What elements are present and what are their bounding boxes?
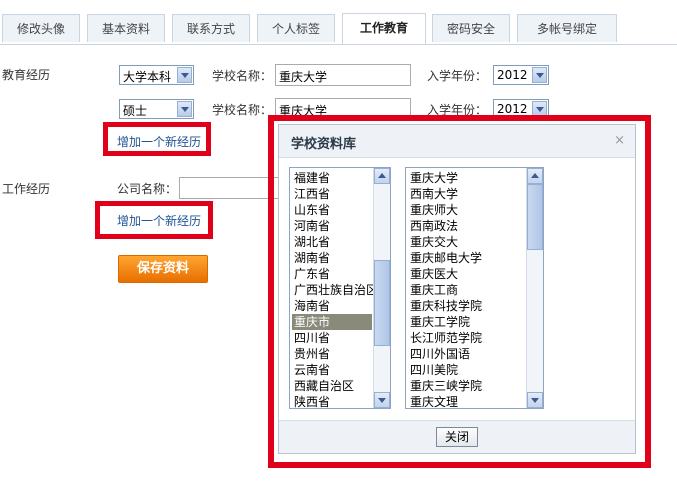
list-item[interactable]: 广西壮族自治区 <box>292 282 380 298</box>
tab-contact[interactable]: 联系方式 <box>172 14 250 42</box>
list-item[interactable]: 四川外国语 <box>408 346 472 362</box>
school-name-value: 重庆大学 <box>279 70 328 84</box>
tab-avatar[interactable]: 修改头像 <box>2 14 80 42</box>
add-education-link[interactable]: 增加一个新经历 <box>117 133 201 150</box>
school-name-label: 学校名称： <box>212 69 273 83</box>
dialog-footer: 关闭 <box>279 420 635 453</box>
list-item[interactable]: 陕西省 <box>292 394 332 408</box>
school-scrollbar[interactable] <box>526 168 543 408</box>
dialog-header: 学校资料库 × <box>279 125 635 158</box>
enroll-year-select-1[interactable]: 2012 <box>493 65 549 85</box>
enroll-year-label: 入学年份： <box>427 69 488 83</box>
list-item[interactable]: 湖北省 <box>292 234 332 250</box>
province-scrollbar[interactable] <box>373 168 390 408</box>
list-item[interactable]: 重庆医大 <box>408 266 460 282</box>
list-item[interactable]: 云南省 <box>292 362 332 378</box>
province-list[interactable]: 福建省 江西省 山东省 河南省 湖北省 湖南省 广东省 广西壮族自治区 海南省 … <box>289 167 391 409</box>
close-button[interactable]: 关闭 <box>436 427 478 447</box>
scrollbar-thumb[interactable] <box>374 260 390 346</box>
scroll-down-icon[interactable] <box>374 392 390 408</box>
list-item[interactable]: 四川省 <box>292 330 332 346</box>
list-item[interactable]: 江西省 <box>292 186 332 202</box>
list-item[interactable]: 四川美院 <box>408 362 460 378</box>
school-name-label: 学校名称： <box>212 103 273 117</box>
work-label: 工作经历 <box>2 182 51 196</box>
list-item[interactable]: 湖南省 <box>292 250 332 266</box>
scroll-down-icon[interactable] <box>527 392 543 408</box>
degree-select-2[interactable]: 硕士 <box>119 99 194 119</box>
school-list[interactable]: 重庆大学 西南大学 重庆师大 西南政法 重庆交大 重庆邮电大学 重庆医大 重庆工… <box>405 167 544 409</box>
list-item[interactable]: 重庆科技学院 <box>408 298 484 314</box>
enroll-year-value: 2012 <box>497 102 528 116</box>
scrollbar-thumb[interactable] <box>527 184 543 250</box>
list-item[interactable]: 重庆邮电大学 <box>408 250 484 266</box>
list-item[interactable]: 河南省 <box>292 218 332 234</box>
chevron-down-icon <box>177 67 192 83</box>
tab-basic-info[interactable]: 基本资料 <box>87 14 165 42</box>
save-button[interactable]: 保存资料 <box>118 255 208 283</box>
dialog-title: 学校资料库 <box>291 137 357 152</box>
tab-password[interactable]: 密码安全 <box>432 14 510 42</box>
school-name-input-1[interactable]: 重庆大学 <box>275 64 411 86</box>
list-item[interactable]: 长江师范学院 <box>408 330 484 346</box>
list-item[interactable]: 广东省 <box>292 266 332 282</box>
list-item[interactable]: 重庆师大 <box>408 202 460 218</box>
list-item[interactable]: 重庆三峡学院 <box>408 378 484 394</box>
degree-value: 大学本科 <box>123 70 172 84</box>
list-item-selected[interactable]: 重庆市 <box>292 314 372 330</box>
list-item[interactable]: 山东省 <box>292 202 332 218</box>
school-database-dialog: 学校资料库 × 福建省 江西省 山东省 河南省 湖北省 湖南省 广东省 广西壮族… <box>278 124 636 454</box>
list-item[interactable]: 重庆交大 <box>408 234 460 250</box>
list-item[interactable]: 海南省 <box>292 298 332 314</box>
list-item[interactable]: 重庆大学 <box>408 170 460 186</box>
list-item[interactable]: 西南大学 <box>408 186 460 202</box>
tab-work-education[interactable]: 工作教育 <box>342 13 426 44</box>
company-name-label: 公司名称： <box>117 182 178 196</box>
close-icon[interactable]: × <box>614 133 625 148</box>
education-label: 教育经历 <box>2 68 51 82</box>
chevron-down-icon <box>177 101 192 117</box>
tab-account-binding[interactable]: 多帐号绑定 <box>517 14 617 42</box>
list-item[interactable]: 西南政法 <box>408 218 460 234</box>
enroll-year-value: 2012 <box>497 68 528 82</box>
degree-value: 硕士 <box>123 104 148 118</box>
scroll-up-icon[interactable] <box>374 168 390 184</box>
tab-bar: 修改头像 基本资料 联系方式 个人标签 工作教育 密码安全 多帐号绑定 <box>0 0 677 45</box>
list-item[interactable]: 重庆工学院 <box>408 314 472 330</box>
list-item[interactable]: 重庆文理 <box>408 394 460 408</box>
list-item[interactable]: 重庆工商 <box>408 282 460 298</box>
list-item[interactable]: 福建省 <box>292 170 332 186</box>
scroll-up-icon[interactable] <box>527 168 543 184</box>
list-item[interactable]: 西藏自治区 <box>292 378 356 394</box>
degree-select-1[interactable]: 大学本科 <box>119 65 194 85</box>
tab-tags[interactable]: 个人标签 <box>257 14 335 42</box>
list-item[interactable]: 贵州省 <box>292 346 332 362</box>
add-work-link[interactable]: 增加一个新经历 <box>117 212 201 229</box>
chevron-down-icon <box>532 67 547 83</box>
